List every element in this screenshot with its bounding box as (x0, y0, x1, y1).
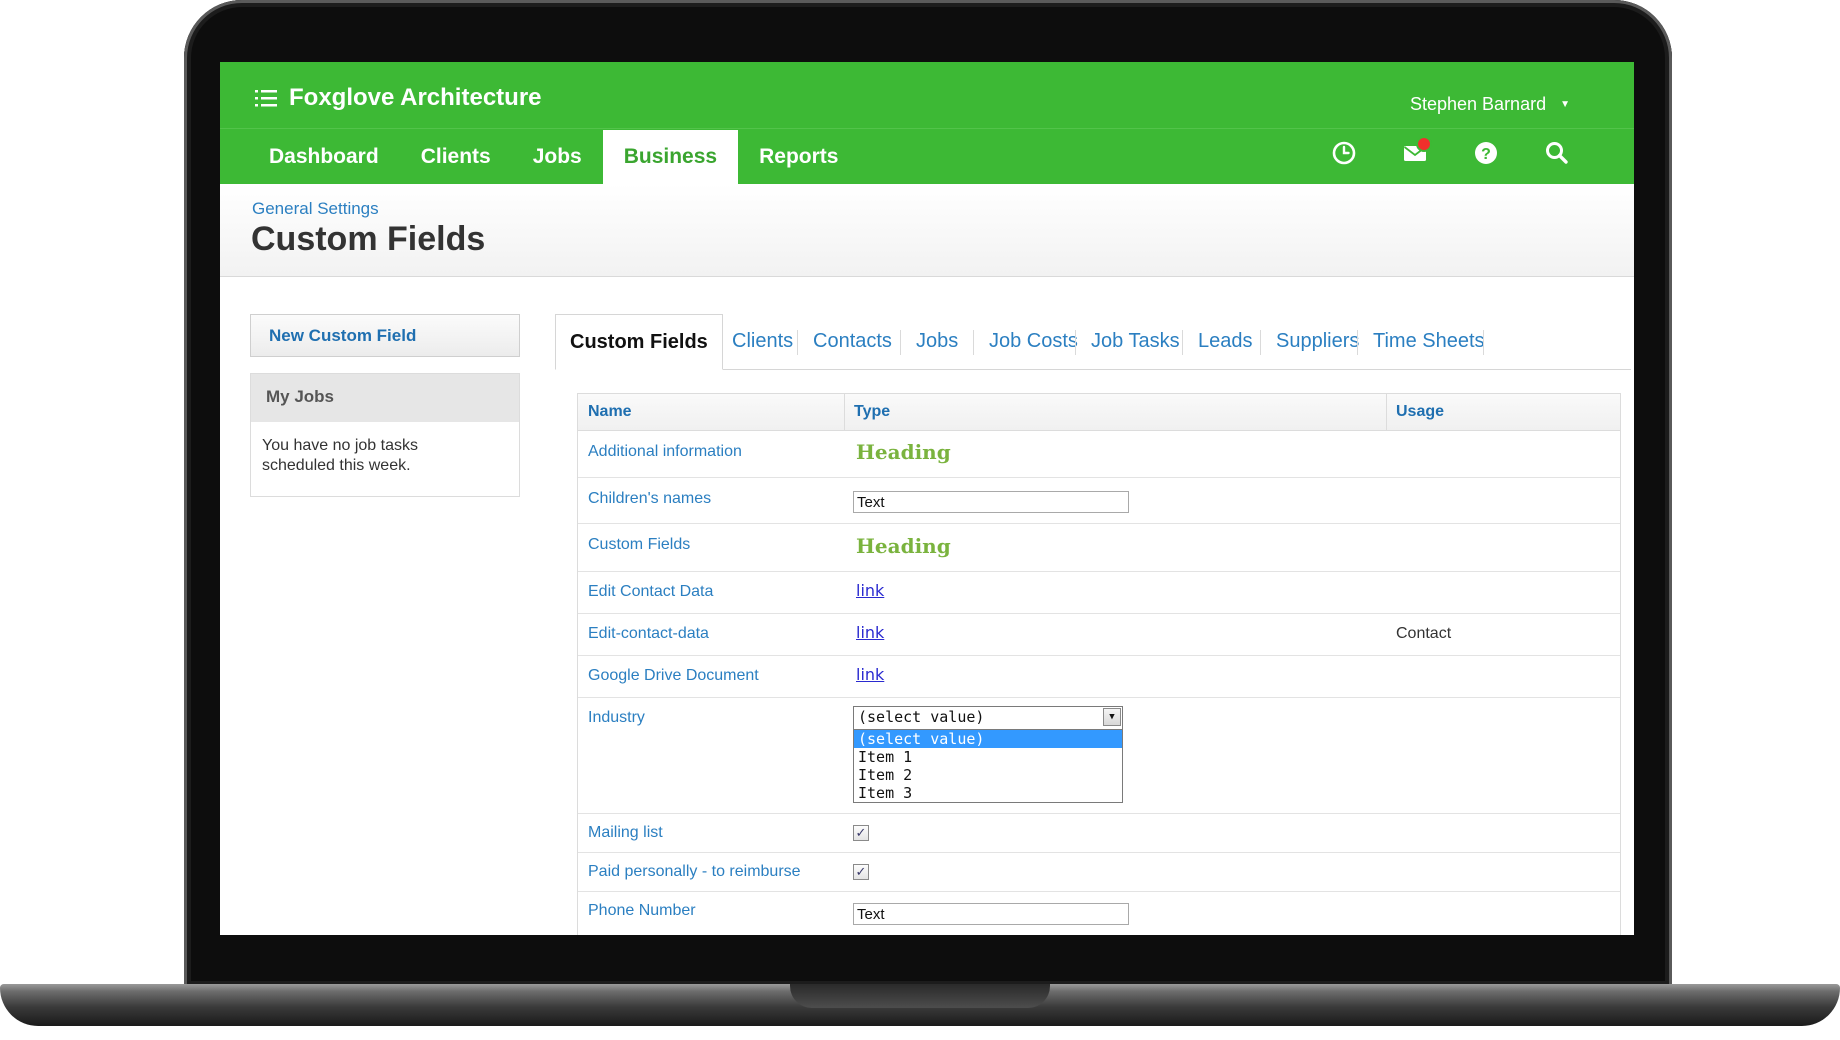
svg-text:?: ? (1481, 146, 1491, 163)
column-header-usage[interactable]: Usage (1386, 394, 1444, 430)
field-name[interactable]: Edit-contact-data (588, 625, 709, 643)
table-row: Paid personally - to reimburse ✓ (578, 853, 1620, 892)
header-divider (220, 128, 1634, 129)
select-option[interactable]: (select value) (854, 730, 1122, 748)
table-row: Additional information Heading (578, 431, 1620, 478)
heading-type-value: Heading (856, 534, 951, 558)
table-row: Phone Number (578, 892, 1620, 935)
field-name[interactable]: Mailing list (588, 824, 663, 842)
field-name[interactable]: Paid personally - to reimburse (588, 863, 801, 881)
select-option[interactable]: Item 2 (854, 766, 1122, 784)
table-row: Edit-contact-data link Contact (578, 614, 1620, 656)
tab-jobs[interactable]: Jobs (916, 314, 958, 369)
table-row: Mailing list ✓ (578, 814, 1620, 853)
select-current-value[interactable]: (select value) ▼ (854, 707, 1122, 730)
mail-icon[interactable] (1402, 136, 1432, 166)
help-icon[interactable]: ? (1473, 140, 1499, 166)
table-header: Name Type Usage (578, 394, 1620, 431)
heading-type-value: Heading (856, 440, 951, 464)
checkbox-checked[interactable]: ✓ (853, 825, 869, 841)
my-jobs-text: You have no job tasks scheduled this wee… (262, 437, 418, 474)
custom-fields-table: Name Type Usage Additional information H… (577, 393, 1621, 935)
table-row: Custom Fields Heading (578, 524, 1620, 572)
user-menu[interactable]: Stephen Barnard ▼ (1410, 94, 1570, 115)
tab-suppliers[interactable]: Suppliers (1276, 314, 1359, 369)
table-row: Children's names (578, 478, 1620, 524)
tab-divider (900, 330, 901, 355)
main-nav: Dashboard Clients Jobs Business Reports (248, 130, 859, 184)
new-custom-field-button[interactable]: New Custom Field (250, 314, 520, 357)
tab-divider (1075, 330, 1076, 355)
tab-clients[interactable]: Clients (732, 314, 793, 369)
nav-jobs[interactable]: Jobs (512, 130, 603, 184)
nav-dashboard[interactable]: Dashboard (248, 130, 400, 184)
tab-divider (1182, 330, 1183, 355)
industry-select[interactable]: (select value) ▼ (select value) Item 1 I… (853, 706, 1123, 803)
link-value[interactable]: link (856, 581, 884, 600)
notification-dot (1416, 136, 1432, 152)
field-name[interactable]: Additional information (588, 443, 742, 461)
select-option[interactable]: Item 3 (854, 784, 1122, 802)
clock-icon[interactable] (1331, 140, 1357, 166)
tab-job-tasks[interactable]: Job Tasks (1091, 314, 1180, 369)
field-name[interactable]: Edit Contact Data (588, 583, 713, 601)
field-name[interactable]: Custom Fields (588, 536, 690, 554)
title-band: General Settings Custom Fields (220, 184, 1634, 277)
page-title: Custom Fields (251, 220, 486, 258)
nav-clients[interactable]: Clients (400, 130, 512, 184)
table-row: Google Drive Document link (578, 656, 1620, 698)
tab-bar: Custom Fields Clients Contacts Jobs Job … (555, 314, 1631, 370)
search-icon[interactable] (1544, 140, 1570, 166)
table-row: Edit Contact Data link (578, 572, 1620, 614)
menu-list-icon (255, 90, 277, 107)
brand-name: Foxglove Architecture (289, 84, 542, 111)
caret-down-icon: ▼ (1560, 99, 1570, 110)
field-name[interactable]: Phone Number (588, 902, 696, 920)
dropdown-arrow-icon[interactable]: ▼ (1103, 708, 1121, 726)
select-current-text: (select value) (858, 708, 985, 726)
link-value[interactable]: link (856, 665, 884, 684)
column-header-name[interactable]: Name (578, 394, 632, 430)
field-name[interactable]: Industry (588, 709, 645, 727)
nav-business[interactable]: Business (602, 130, 739, 184)
link-value[interactable]: link (856, 623, 884, 642)
checkbox-checked[interactable]: ✓ (853, 864, 869, 880)
usage-value: Contact (1396, 625, 1452, 642)
select-option[interactable]: Item 1 (854, 748, 1122, 766)
tab-contacts[interactable]: Contacts (813, 314, 892, 369)
tab-divider (797, 330, 798, 355)
brand[interactable]: Foxglove Architecture (255, 84, 542, 112)
laptop-notch (790, 984, 1050, 1008)
tab-divider (1483, 330, 1484, 355)
table-row: Industry (select value) ▼ (select value)… (578, 698, 1620, 814)
tab-divider (973, 330, 974, 355)
my-jobs-title: My Jobs (251, 374, 519, 422)
column-header-type[interactable]: Type (844, 394, 890, 430)
tab-leads[interactable]: Leads (1198, 314, 1253, 369)
text-input[interactable] (853, 491, 1129, 513)
field-name[interactable]: Children's names (588, 490, 711, 508)
tab-job-costs[interactable]: Job Costs (989, 314, 1078, 369)
tab-divider (1357, 330, 1358, 355)
header-icons: ? (1331, 136, 1615, 166)
my-jobs-panel: My Jobs You have no job tasks scheduled … (250, 373, 520, 497)
nav-reports[interactable]: Reports (738, 130, 859, 184)
text-input[interactable] (853, 903, 1129, 925)
top-header: Foxglove Architecture Stephen Barnard ▼ … (220, 62, 1634, 184)
breadcrumb[interactable]: General Settings (252, 199, 379, 219)
tab-custom-fields[interactable]: Custom Fields (555, 314, 723, 370)
tab-divider (1260, 330, 1261, 355)
tab-time-sheets[interactable]: Time Sheets (1373, 314, 1485, 369)
app-screen: Foxglove Architecture Stephen Barnard ▼ … (220, 62, 1634, 935)
field-name[interactable]: Google Drive Document (588, 667, 759, 685)
user-name: Stephen Barnard (1409, 94, 1547, 114)
